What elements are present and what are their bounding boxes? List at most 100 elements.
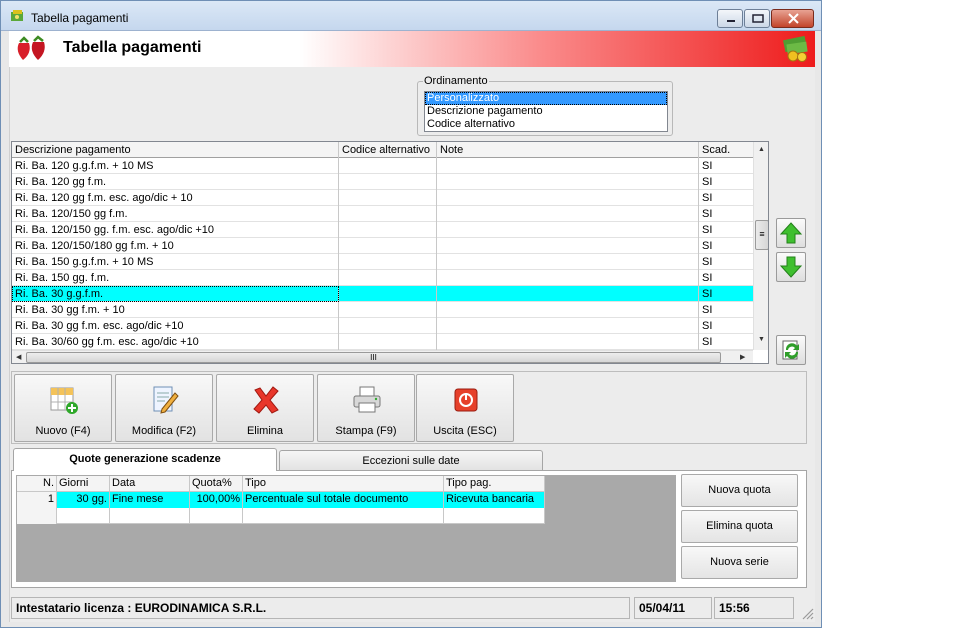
grid-cell[interactable] <box>437 286 699 302</box>
grid-cell[interactable]: SI <box>699 286 753 302</box>
grid-cell[interactable]: SI <box>699 158 753 174</box>
column-header[interactable]: Giorni <box>57 476 110 492</box>
grid-cell[interactable] <box>437 222 699 238</box>
elimina-button[interactable]: Elimina <box>216 374 314 442</box>
grid-cell[interactable] <box>339 190 437 206</box>
table-row[interactable]: Ri. Ba. 150 g.g.f.m. + 10 MS SI <box>12 254 753 270</box>
grid-cell[interactable] <box>339 302 437 318</box>
grid-cell[interactable]: SI <box>699 238 753 254</box>
table-row[interactable]: Ri. Ba. 120/150 gg f.m. SI <box>12 206 753 222</box>
column-header[interactable]: Data <box>110 476 190 492</box>
scroll-right-arrow[interactable]: ▶ <box>740 353 745 361</box>
quote-cell[interactable]: Percentuale sul totale documento <box>243 492 444 508</box>
scroll-up-arrow[interactable]: ▲ <box>758 146 765 153</box>
grid-cell[interactable] <box>437 270 699 286</box>
grid-cell[interactable]: Ri. Ba. 30/60 gg f.m. esc. ago/dic +10 <box>12 334 339 350</box>
grid-cell[interactable] <box>437 254 699 270</box>
column-header[interactable]: Quota% <box>190 476 243 492</box>
column-header[interactable]: Tipo pag. <box>444 476 545 492</box>
grid-cell[interactable]: SI <box>699 254 753 270</box>
grid-cell[interactable]: SI <box>699 318 753 334</box>
ordinamento-option[interactable]: Personalizzato <box>425 92 667 105</box>
quote-cell[interactable]: 30 gg. <box>57 492 110 508</box>
quote-cell[interactable] <box>57 508 110 524</box>
quote-cell[interactable] <box>110 508 190 524</box>
move-up-button[interactable] <box>776 218 806 248</box>
grid-cell[interactable]: Ri. Ba. 120 g.g.f.m. + 10 MS <box>12 158 339 174</box>
grid-cell[interactable] <box>437 318 699 334</box>
table-row[interactable]: Ri. Ba. 120/150 gg. f.m. esc. ago/dic +1… <box>12 222 753 238</box>
quote-cell[interactable] <box>444 508 545 524</box>
column-header[interactable]: N. <box>17 476 57 492</box>
column-header[interactable]: Note <box>437 142 699 158</box>
column-header[interactable]: Scad. <box>699 142 753 158</box>
table-row[interactable]: Ri. Ba. 30 gg f.m. + 10 SI <box>12 302 753 318</box>
maximize-button[interactable] <box>744 9 770 28</box>
tab-eccezioni-date[interactable]: Eccezioni sulle date <box>279 450 543 471</box>
grid-cell[interactable]: SI <box>699 302 753 318</box>
grid-cell[interactable] <box>339 318 437 334</box>
table-row[interactable]: Ri. Ba. 150 gg. f.m. SI <box>12 270 753 286</box>
tab-quote-generazione[interactable]: Quote generazione scadenze <box>13 448 277 471</box>
grid-cell[interactable] <box>437 174 699 190</box>
grid-cell[interactable] <box>339 254 437 270</box>
grid-cell[interactable]: Ri. Ba. 120 gg f.m. esc. ago/dic + 10 <box>12 190 339 206</box>
quote-row[interactable]: 1 30 gg. Fine mese 100,00% Percentuale s… <box>17 492 545 508</box>
grid-cell[interactable]: Ri. Ba. 150 g.g.f.m. + 10 MS <box>12 254 339 270</box>
ordinamento-option[interactable]: Codice alternativo <box>425 118 667 131</box>
grid-cell[interactable]: Ri. Ba. 150 gg. f.m. <box>12 270 339 286</box>
quote-cell[interactable] <box>190 508 243 524</box>
scroll-left-arrow[interactable]: ◀ <box>16 353 21 361</box>
table-row[interactable]: Ri. Ba. 120 gg f.m. SI <box>12 174 753 190</box>
grid-cell[interactable]: Ri. Ba. 120/150/180 gg f.m. + 10 <box>12 238 339 254</box>
close-button[interactable] <box>771 9 814 28</box>
grid-cell[interactable] <box>339 286 437 302</box>
grid-cell[interactable] <box>339 270 437 286</box>
grid-cell[interactable] <box>339 334 437 350</box>
grid-cell[interactable] <box>339 206 437 222</box>
grid-cell[interactable]: SI <box>699 222 753 238</box>
grid-cell[interactable]: SI <box>699 174 753 190</box>
grid-cell[interactable] <box>339 238 437 254</box>
stampa-button[interactable]: Stampa (F9) <box>317 374 415 442</box>
grid-cell[interactable]: Ri. Ba. 120 gg f.m. <box>12 174 339 190</box>
table-row[interactable]: Ri. Ba. 120 g.g.f.m. + 10 MS SI <box>12 158 753 174</box>
grid-cell[interactable] <box>339 158 437 174</box>
quote-empty-row[interactable] <box>17 508 545 524</box>
quote-cell[interactable]: Fine mese <box>110 492 190 508</box>
refresh-button[interactable] <box>776 335 806 365</box>
grid-cell[interactable]: SI <box>699 334 753 350</box>
column-header[interactable]: Descrizione pagamento <box>12 142 339 158</box>
grid-cell[interactable]: Ri. Ba. 30 g.g.f.m. <box>12 286 339 302</box>
grid-cell[interactable] <box>339 222 437 238</box>
horizontal-scrollbar[interactable]: ◀ III ▶ <box>12 350 753 363</box>
quote-cell[interactable]: Ricevuta bancaria <box>444 492 545 508</box>
move-down-button[interactable] <box>776 252 806 282</box>
nuova-serie-button[interactable]: Nuova serie <box>681 546 798 579</box>
elimina-quota-button[interactable]: Elimina quota <box>681 510 798 543</box>
table-row[interactable]: Ri. Ba. 30/60 gg f.m. esc. ago/dic +10 SI <box>12 334 753 350</box>
grid-cell[interactable] <box>437 302 699 318</box>
grid-cell[interactable]: Ri. Ba. 120/150 gg f.m. <box>12 206 339 222</box>
grid-cell[interactable]: Ri. Ba. 30 gg f.m. esc. ago/dic +10 <box>12 318 339 334</box>
table-row[interactable]: Ri. Ba. 120/150/180 gg f.m. + 10 SI <box>12 238 753 254</box>
grid-cell[interactable] <box>339 174 437 190</box>
hscroll-thumb[interactable]: III <box>26 352 721 363</box>
grid-cell[interactable]: SI <box>699 270 753 286</box>
vertical-scrollbar[interactable]: ▲ ≡ ▼ <box>753 142 768 350</box>
quote-grid[interactable]: N. Giorni Data Quota% Tipo Tipo pag. 1 3… <box>17 476 545 526</box>
table-row[interactable]: Ri. Ba. 30 gg f.m. esc. ago/dic +10 SI <box>12 318 753 334</box>
grid-cell[interactable]: Ri. Ba. 30 gg f.m. + 10 <box>12 302 339 318</box>
scroll-down-arrow[interactable]: ▼ <box>758 336 765 343</box>
quote-cell[interactable]: 100,00% <box>190 492 243 508</box>
payments-grid[interactable]: Descrizione pagamento Codice alternativo… <box>11 141 769 364</box>
column-header[interactable]: Codice alternativo <box>339 142 437 158</box>
ordinamento-option[interactable]: Descrizione pagamento <box>425 105 667 118</box>
table-row[interactable]: Ri. Ba. 30 g.g.f.m. SI <box>12 286 753 302</box>
modifica-button[interactable]: Modifica (F2) <box>115 374 213 442</box>
minimize-button[interactable] <box>717 9 743 28</box>
grid-cell[interactable] <box>437 206 699 222</box>
uscita-button[interactable]: Uscita (ESC) <box>416 374 514 442</box>
grid-cell[interactable] <box>437 334 699 350</box>
nuovo-button[interactable]: Nuovo (F4) <box>14 374 112 442</box>
